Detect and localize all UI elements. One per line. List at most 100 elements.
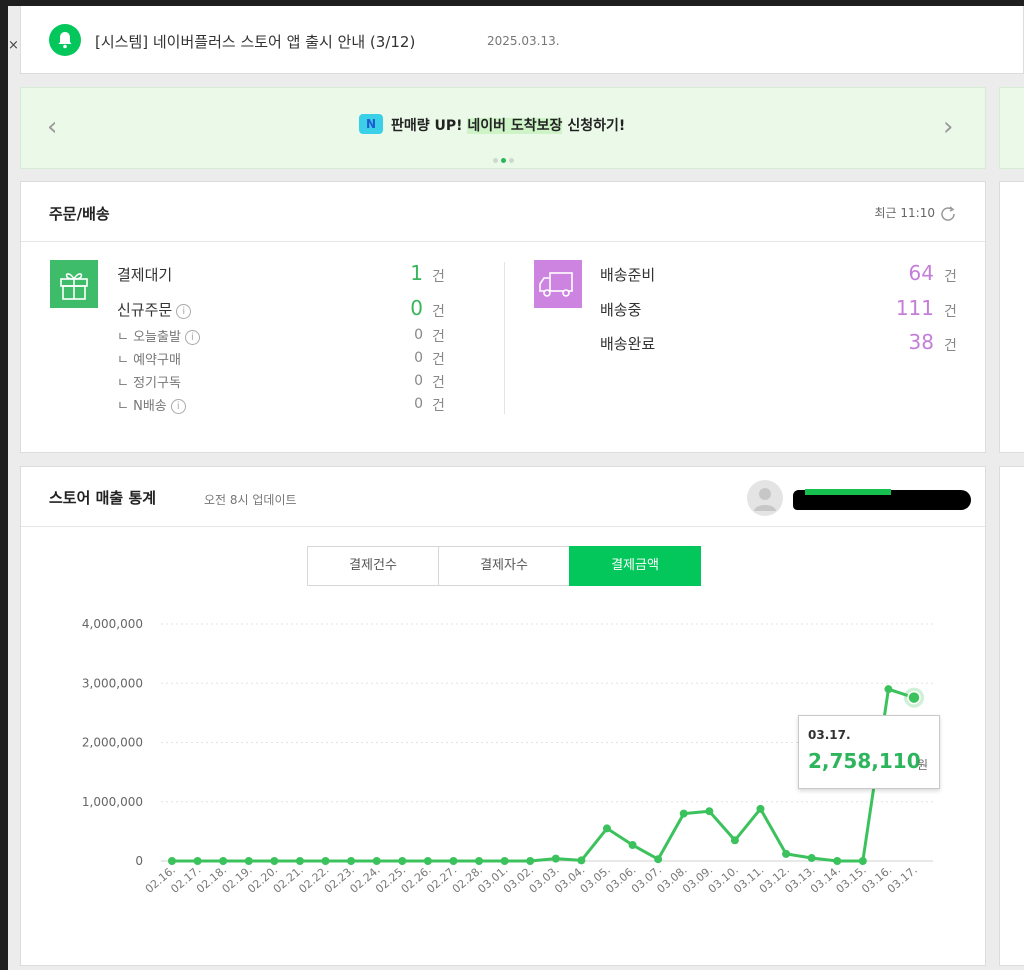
- promo-banner[interactable]: ‹ N 판매량 UP! 네이버 도착보장 신청하기! ›: [20, 87, 986, 169]
- delivered-unit: 건: [944, 338, 957, 354]
- data-point: [782, 849, 791, 858]
- pending-unit: 건: [432, 269, 445, 285]
- banner-text-highlight: 네이버 도착보장: [467, 118, 563, 134]
- sub-item-today: ㄴ 오늘출발 i: [117, 326, 200, 345]
- y-tick-label: 4,000,000: [82, 617, 143, 631]
- data-point: [193, 857, 202, 865]
- sub-item-count[interactable]: 0: [363, 396, 423, 412]
- data-point: [907, 690, 921, 705]
- sub-item-label: N배송: [133, 399, 167, 414]
- info-icon[interactable]: i: [170, 399, 186, 414]
- data-point: [526, 857, 535, 865]
- banner-message[interactable]: 판매량 UP! 네이버 도착보장 신청하기!: [391, 115, 625, 135]
- delivered-label: 배송완료: [600, 335, 656, 353]
- delivered-count[interactable]: 38: [874, 330, 934, 354]
- tooltip-unit: 원: [917, 758, 929, 772]
- data-point: [577, 856, 586, 865]
- sub-item-label: 정기구독: [133, 376, 181, 391]
- indent-mark: ㄴ: [117, 376, 134, 391]
- indent-mark: ㄴ: [117, 330, 134, 345]
- data-point: [654, 855, 663, 864]
- new-order-count[interactable]: 0: [363, 296, 423, 320]
- data-point: [807, 854, 816, 863]
- sub-item-label: 예약구매: [133, 353, 181, 368]
- data-point: [756, 804, 765, 813]
- in-transit-label: 배송중: [600, 301, 642, 319]
- data-point: [500, 857, 509, 865]
- data-point: [270, 857, 279, 865]
- info-icon[interactable]: i: [184, 330, 200, 345]
- data-point: [295, 857, 304, 865]
- sub-item-unit: 건: [432, 375, 445, 391]
- orders-card: 주문/배송 최근 11:10 결제대기 1 건 신규주문 i 0 건 ㄴ 오늘출발…: [20, 181, 986, 453]
- banner-text-after: 신청하기!: [562, 118, 626, 134]
- sub-item-count[interactable]: 0: [363, 327, 423, 343]
- delivery-ready-count[interactable]: 64: [874, 261, 934, 285]
- refresh-icon: [941, 205, 955, 221]
- data-point: [884, 685, 893, 694]
- y-tick-label: 3,000,000: [82, 676, 143, 690]
- data-point: [679, 809, 688, 818]
- sub-item-count[interactable]: 0: [363, 373, 423, 389]
- sales-stats-card: 스토어 매출 통계 오전 8시 업데이트 결제건수 결제자수 결제금액 4,00…: [20, 466, 986, 966]
- new-order-label: 신규주문 i: [117, 299, 192, 320]
- orders-header: 주문/배송 최근 11:10: [21, 182, 985, 242]
- in-transit-unit: 건: [944, 304, 957, 320]
- data-point: [705, 807, 714, 816]
- orders-side-panel: [999, 181, 1024, 453]
- banner-text-before: 판매량 UP!: [391, 118, 468, 134]
- notice-title[interactable]: [시스템] 네이버플러스 스토어 앱 출시 안내 (3/12): [95, 31, 415, 52]
- orders-divider: [504, 262, 505, 414]
- banner-next-button[interactable]: ›: [943, 114, 953, 140]
- pending-count[interactable]: 1: [363, 261, 423, 285]
- delivery-ready-unit: 건: [944, 269, 957, 285]
- new-order-text: 신규주문: [117, 301, 173, 319]
- orders-title: 주문/배송: [49, 205, 110, 223]
- data-point: [423, 857, 432, 865]
- y-tick-label: 0: [135, 854, 143, 868]
- notice-date: 2025.03.13.: [487, 34, 560, 48]
- edge-close-icon[interactable]: ×: [8, 38, 19, 53]
- pending-label: 결제대기: [117, 266, 173, 284]
- data-point: [730, 836, 739, 845]
- gift-icon: [50, 260, 98, 308]
- data-point: [602, 824, 611, 833]
- data-point: [347, 857, 356, 865]
- banner-prev-button[interactable]: ‹: [47, 114, 57, 140]
- notice-bar[interactable]: [시스템] 네이버플러스 스토어 앱 출시 안내 (3/12) 2025.03.…: [20, 6, 1024, 74]
- page-canvas: × [시스템] 네이버플러스 스토어 앱 출시 안내 (3/12) 2025.0…: [8, 6, 1024, 970]
- banner-pagination: [493, 148, 517, 167]
- tooltip-value: 2,758,110: [808, 749, 921, 773]
- banner-side-panel: [999, 87, 1024, 169]
- y-tick-label: 2,000,000: [82, 736, 143, 750]
- sub-item-reserve: ㄴ 예약구매: [117, 349, 181, 368]
- data-point: [628, 841, 637, 850]
- in-transit-count[interactable]: 111: [874, 296, 934, 320]
- banner-dot[interactable]: [493, 158, 498, 163]
- data-point: [475, 857, 484, 865]
- data-point: [551, 854, 560, 863]
- bell-icon: [49, 24, 81, 56]
- sub-item-unit: 건: [432, 352, 445, 368]
- refresh-time: 최근 11:10: [874, 206, 935, 220]
- data-point: [321, 857, 330, 865]
- indent-mark: ㄴ: [117, 399, 134, 414]
- data-point: [449, 857, 458, 865]
- indent-mark: ㄴ: [117, 353, 134, 368]
- new-order-unit: 건: [432, 304, 445, 320]
- refresh-button[interactable]: 최근 11:10: [875, 204, 957, 223]
- banner-dot[interactable]: [509, 158, 514, 163]
- stats-side-panel: [999, 466, 1024, 966]
- data-point: [372, 857, 381, 865]
- info-icon[interactable]: i: [176, 304, 192, 319]
- sub-item-subscription: ㄴ 정기구독: [117, 372, 181, 391]
- y-tick-label: 1,000,000: [82, 795, 143, 809]
- data-point: [833, 857, 842, 865]
- sub-item-unit: 건: [432, 329, 445, 345]
- delivery-ready-label: 배송준비: [600, 266, 656, 284]
- naver-n-icon: N: [359, 114, 383, 134]
- truck-icon: [534, 260, 582, 308]
- sub-item-label: 오늘출발: [133, 330, 181, 345]
- banner-dot-active[interactable]: [501, 158, 506, 163]
- sub-item-count[interactable]: 0: [363, 350, 423, 366]
